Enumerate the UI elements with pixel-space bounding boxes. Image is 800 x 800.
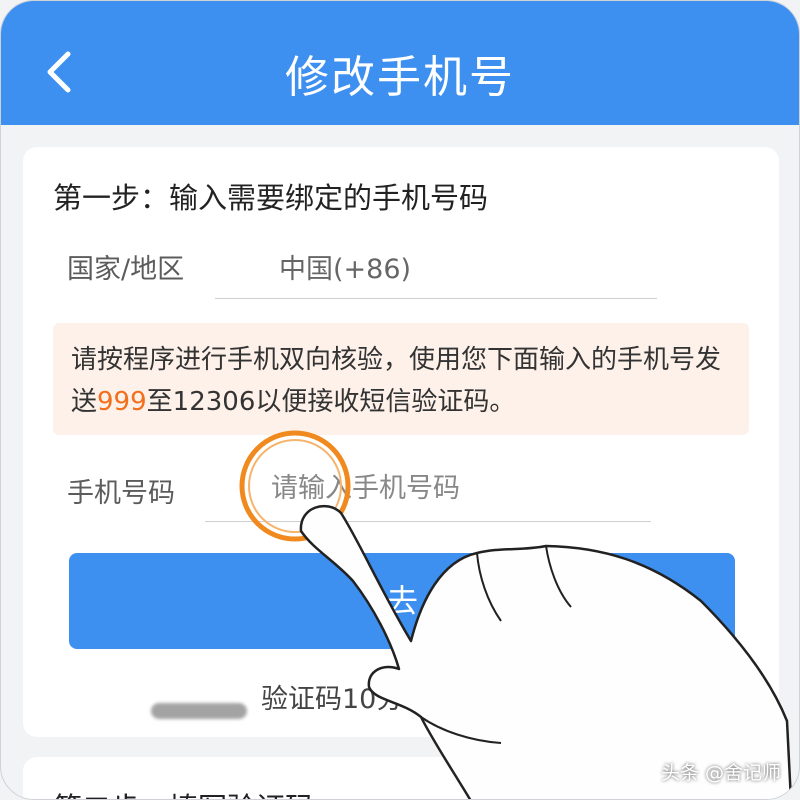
country-select[interactable]: 中国(+86) [279,247,411,286]
notice-highlight-number: 999 [97,387,147,417]
tap-highlight-circle-icon [239,430,351,542]
phone-label: 手机号码 [67,478,175,509]
code-validity-note: 验证码10分钟内 [261,684,458,715]
page-title: 修改手机号 [285,52,515,103]
step1-card: 第一步：输入需要绑定的手机号码 国家/地区 中国(+86) 请按程序进行手机双向… [23,147,781,737]
notice-text-end: 至12306以便接收短信验证码。 [146,387,516,417]
app-screen: 修改手机号 第一步：输入需要绑定的手机号码 国家/地区 中国(+86) 请按程序… [0,0,800,800]
step2-title: 第二步：填写验证码 [53,785,314,799]
watermark: 头条 @舍记师 [660,762,781,784]
submit-button[interactable]: 去 [69,553,735,649]
verification-notice: 请按程序进行手机双向核验，使用您下面输入的手机号发送999至12306以便接收短… [53,323,749,435]
blurred-text [151,703,247,719]
top-bar: 修改手机号 [1,1,799,125]
country-label: 国家/地区 [67,254,185,285]
country-underline [215,298,657,299]
step1-title: 第一步：输入需要绑定的手机号码 [53,181,489,215]
